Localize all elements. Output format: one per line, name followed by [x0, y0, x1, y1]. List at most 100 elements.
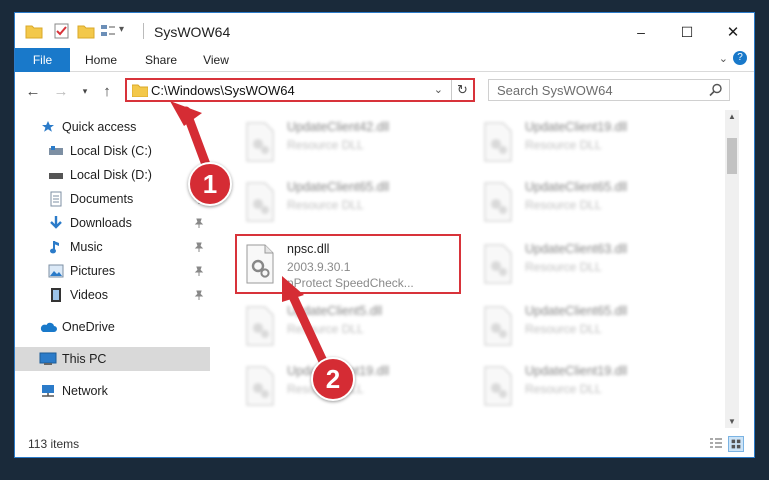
file-type: Resource DLL: [287, 322, 364, 336]
nav-label: Documents: [70, 192, 134, 206]
forward-arrow-icon: →: [53, 82, 69, 100]
file-name: UpdateClient65.dll: [287, 180, 390, 194]
dll-file-icon: [484, 182, 512, 222]
file-type: Resource DLL: [525, 260, 602, 274]
download-icon: [47, 214, 65, 232]
drive-icon: [47, 142, 65, 160]
status-bar: 113 items: [15, 431, 754, 457]
file-name: UpdateClient19.dll: [525, 120, 628, 134]
nav-item-videos[interactable]: Videos: [15, 283, 210, 307]
dll-file-icon: [484, 366, 512, 406]
customize-toolbar-icon[interactable]: [99, 22, 117, 40]
dll-file-icon: [246, 122, 274, 162]
file-type: Resource DLL: [525, 138, 602, 152]
pictures-icon: [47, 262, 65, 280]
file-list: UpdateClient42.dll Resource DLL UpdateCl…: [211, 110, 726, 428]
back-button[interactable]: ←: [23, 81, 43, 101]
pin-icon: [194, 265, 204, 279]
nav-item-downloads[interactable]: Downloads: [15, 211, 210, 235]
nav-label: Network: [62, 384, 108, 398]
nav-label: This PC: [62, 352, 107, 366]
maximize-button[interactable]: ☐: [664, 13, 710, 51]
help-icon[interactable]: ?: [733, 51, 747, 65]
refresh-button[interactable]: ↻: [451, 80, 473, 100]
file-type: Resource DLL: [287, 198, 364, 212]
nav-item-onedrive[interactable]: OneDrive: [15, 315, 210, 339]
search-icon[interactable]: [709, 83, 723, 97]
nav-label: Videos: [70, 288, 108, 302]
close-button[interactable]: ✕: [710, 13, 754, 51]
file-item[interactable]: UpdateClient19.dll Resource DLL: [475, 114, 705, 170]
title-bar: ▾ SysWOW64 – ☐ ✕: [15, 13, 754, 51]
forward-button[interactable]: →: [51, 81, 71, 101]
item-count: 113 items: [28, 437, 80, 451]
explorer-window: ▾ SysWOW64 – ☐ ✕ File Home Share View ⌄ …: [14, 12, 755, 458]
cloud-icon: [39, 318, 57, 336]
file-name: UpdateClient5.dll: [287, 304, 383, 318]
scroll-thumb[interactable]: [727, 138, 737, 174]
music-icon: [47, 238, 65, 256]
file-item[interactable]: UpdateClient19.dll Resource DLL: [475, 358, 705, 414]
nav-item-local-disk-d[interactable]: Local Disk (D:): [15, 163, 210, 187]
address-dropdown-icon[interactable]: ⌄: [434, 83, 443, 96]
file-type: Resource DLL: [287, 138, 364, 152]
nav-item-network[interactable]: Network: [15, 379, 210, 403]
close-icon: ✕: [726, 24, 740, 41]
dll-file-icon: [484, 122, 512, 162]
folder-icon: [132, 84, 148, 97]
nav-item-quick-access[interactable]: Quick access: [15, 115, 210, 139]
details-view-icon[interactable]: [708, 436, 724, 452]
pin-icon: [194, 289, 204, 303]
videos-icon: [47, 286, 65, 304]
nav-item-music[interactable]: Music: [15, 235, 210, 259]
properties-icon[interactable]: [53, 22, 71, 40]
computer-icon: [39, 350, 57, 368]
nav-label: Pictures: [70, 264, 116, 278]
file-item[interactable]: UpdateClient65.dll Resource DLL: [475, 174, 705, 230]
file-name: UpdateClient19.dll: [525, 364, 628, 378]
scroll-down-icon[interactable]: ▼: [728, 417, 736, 426]
recent-locations-button[interactable]: ▾: [75, 81, 95, 101]
up-button[interactable]: ↑: [97, 81, 117, 101]
file-type: Resource DLL: [525, 322, 602, 336]
tab-view[interactable]: View: [193, 48, 239, 72]
file-name: UpdateClient65.dll: [525, 304, 628, 318]
new-folder-icon[interactable]: [77, 22, 95, 40]
minimize-button[interactable]: –: [618, 13, 664, 51]
tab-share[interactable]: Share: [136, 48, 186, 72]
search-placeholder: Search SysWOW64: [497, 83, 613, 98]
scroll-up-icon[interactable]: ▲: [728, 112, 736, 121]
vertical-scrollbar[interactable]: ▲ ▼: [725, 110, 739, 428]
tab-home[interactable]: Home: [77, 48, 125, 72]
file-item[interactable]: UpdateClient65.dll Resource DLL: [475, 298, 705, 354]
drive-icon: [47, 166, 65, 184]
step-2-badge: 2: [311, 357, 355, 401]
large-icons-view-icon[interactable]: [728, 436, 744, 452]
documents-icon: [47, 190, 65, 208]
chevron-down-icon: ▾: [82, 85, 88, 96]
nav-item-local-disk-c[interactable]: Local Disk (C:): [15, 139, 210, 163]
nav-label: Downloads: [70, 216, 132, 230]
up-arrow-icon: ↑: [103, 82, 111, 100]
search-input[interactable]: Search SysWOW64: [488, 79, 730, 101]
address-path[interactable]: C:\Windows\SysWOW64: [151, 83, 295, 98]
dll-file-icon: [484, 244, 512, 284]
qa-dropdown-icon[interactable]: ▾: [119, 24, 124, 35]
file-item[interactable]: UpdateClient42.dll Resource DLL: [237, 114, 467, 170]
expand-ribbon-icon[interactable]: ⌄: [719, 52, 728, 65]
address-bar[interactable]: C:\Windows\SysWOW64 ⌄ ↻: [125, 78, 475, 102]
nav-item-pictures[interactable]: Pictures: [15, 259, 210, 283]
file-item[interactable]: UpdateClient65.dll Resource DLL: [237, 174, 467, 230]
nav-item-this-pc[interactable]: This PC: [15, 347, 210, 371]
file-item[interactable]: UpdateClient5.dll Resource DLL: [237, 298, 467, 354]
file-name: UpdateClient63.dll: [525, 242, 628, 256]
dll-file-icon: [246, 306, 274, 346]
nav-item-documents[interactable]: Documents: [15, 187, 210, 211]
nav-label: Quick access: [62, 120, 137, 134]
ribbon-tabs: File Home Share View ⌄ ?: [15, 48, 754, 72]
file-item[interactable]: UpdateClient63.dll Resource DLL: [475, 236, 705, 292]
dll-file-icon: [246, 366, 274, 406]
tab-file[interactable]: File: [15, 48, 70, 72]
file-name: UpdateClient65.dll: [525, 180, 628, 194]
pin-icon: [194, 217, 204, 231]
